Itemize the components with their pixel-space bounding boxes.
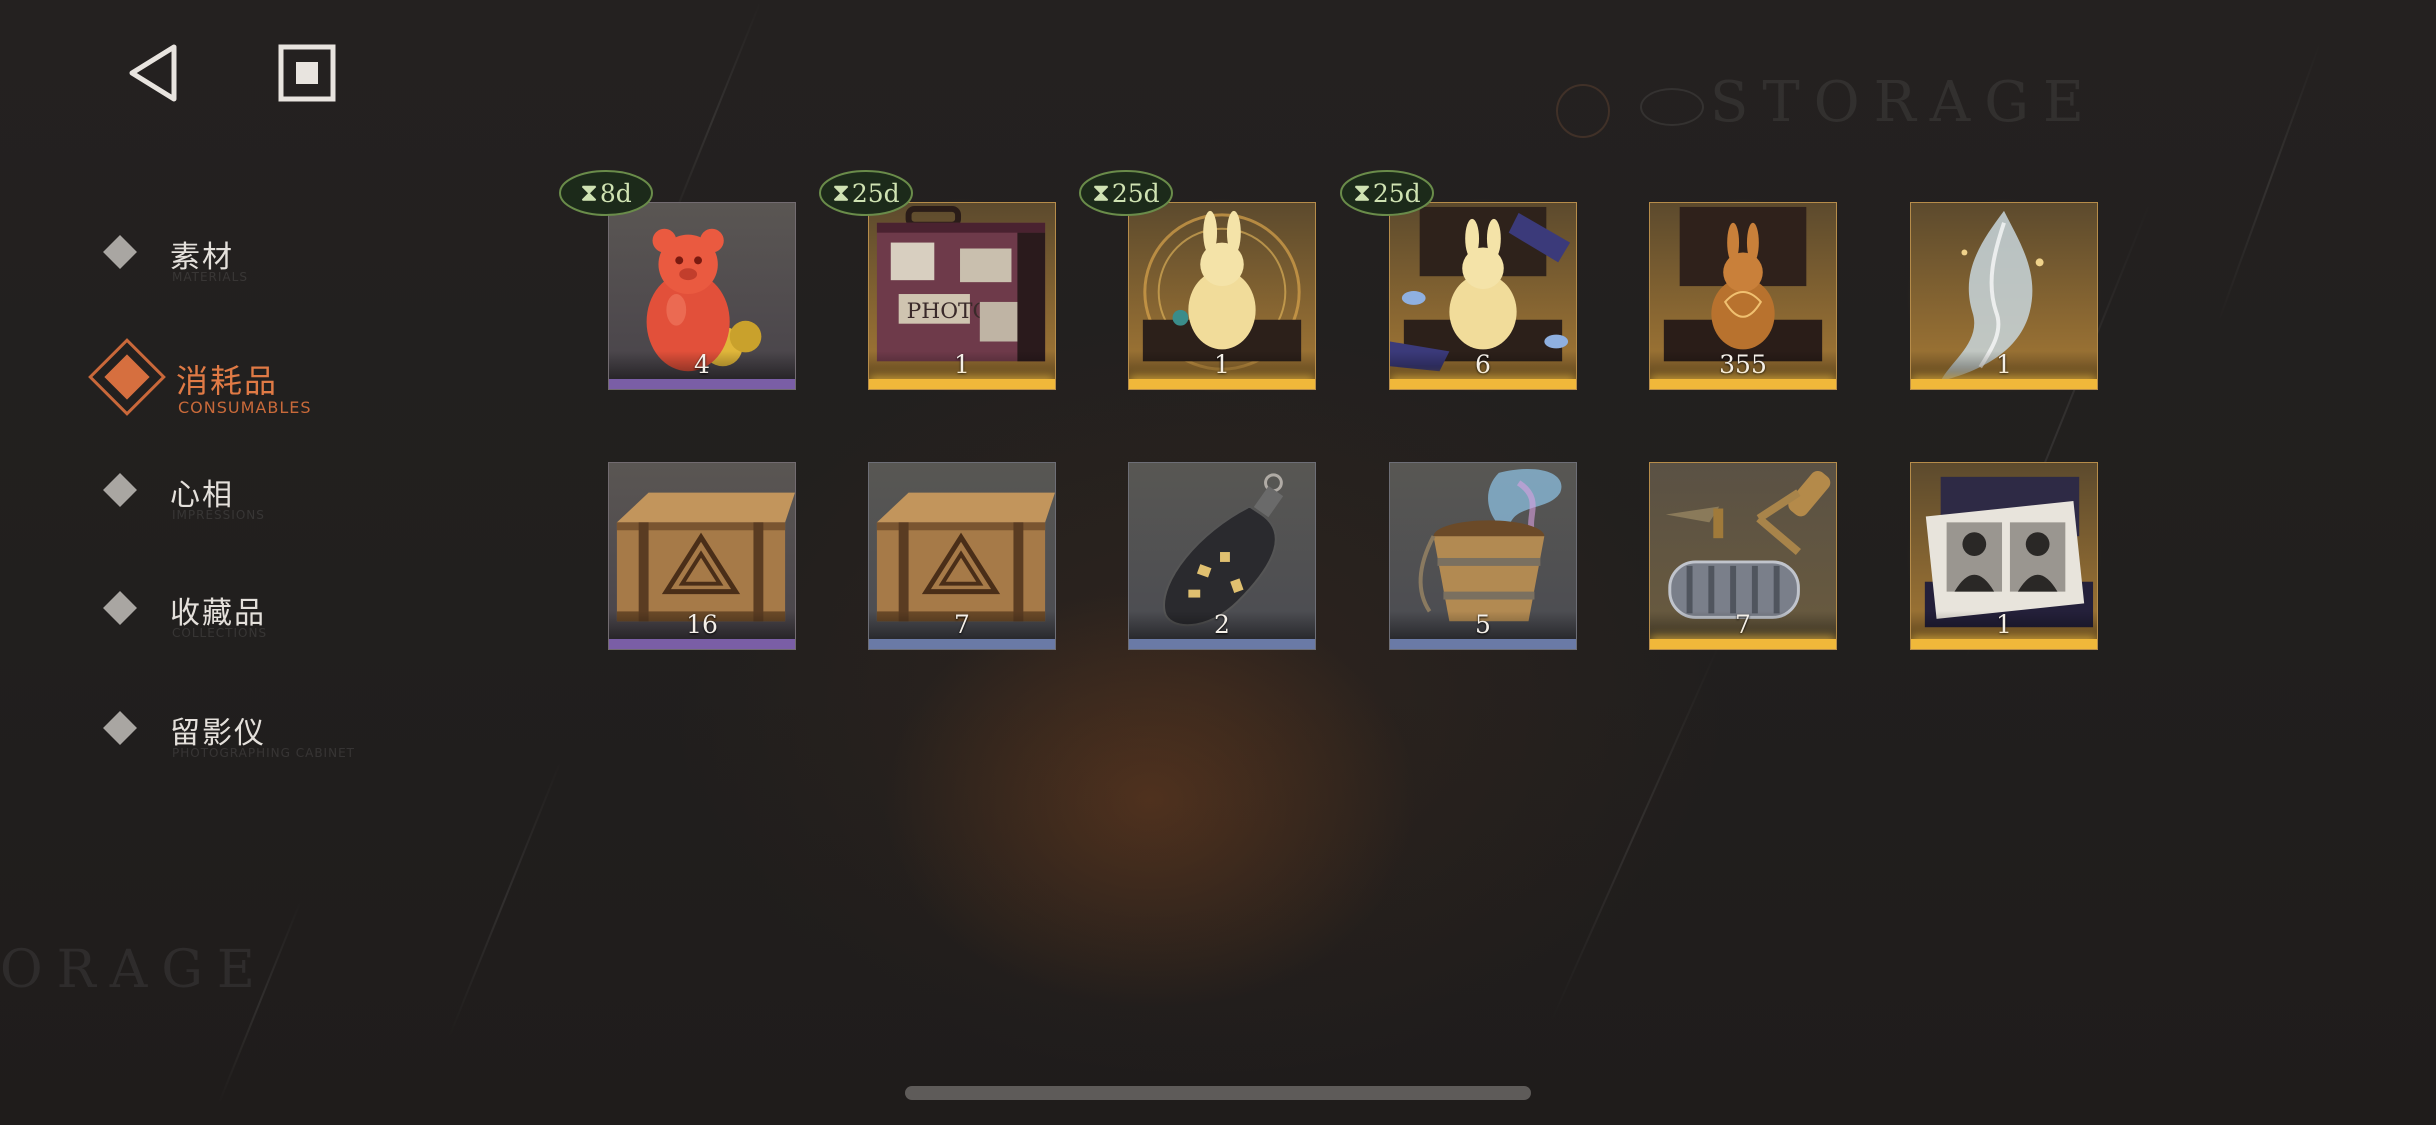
storage-watermark-bottom: ORAGE — [0, 940, 269, 1000]
svg-text:PHOTO: PHOTO — [907, 299, 991, 324]
item-slot-wooden-crate[interactable]: 7 — [868, 462, 1056, 650]
hourglass-icon: ⧗ — [580, 178, 598, 207]
square-stop-icon — [278, 44, 336, 102]
eye-glyph-icon — [1640, 88, 1704, 126]
item-count: 1 — [1996, 610, 2012, 639]
item-count: 1 — [1996, 350, 2012, 379]
stop-button[interactable] — [272, 38, 342, 108]
sun-glyph-icon — [1556, 84, 1610, 138]
back-button[interactable] — [120, 40, 186, 106]
hourglass-icon: ⧗ — [1353, 178, 1371, 207]
item-slot-paint-roller[interactable]: 7 — [1649, 462, 1837, 650]
diamond-icon — [103, 235, 137, 269]
item-count: 4 — [694, 350, 710, 379]
item-slot-golden-rabbit-case[interactable]: 1 ⧗ 25d — [1079, 170, 1328, 402]
sidebar-item-collections[interactable]: 收藏品 COLLECTIONS — [100, 582, 300, 642]
timer-text: 25d — [1372, 178, 1421, 208]
sidebar-item-label: 消耗品 — [176, 362, 279, 400]
item-count: 16 — [686, 610, 718, 639]
timer-badge: ⧗ 25d — [1078, 168, 1174, 218]
timer-badge: ⧗ 25d — [1339, 168, 1435, 218]
home-indicator[interactable] — [905, 1086, 1531, 1100]
sidebar-item-consumables[interactable]: 消耗品 CONSUMABLES — [88, 338, 340, 417]
hourglass-icon: ⧗ — [832, 178, 850, 207]
item-slot-red-gummy-bear[interactable]: 4 ⧗ 8d — [559, 170, 796, 390]
diamond-icon — [103, 591, 137, 625]
timer-badge: ⧗ 8d — [558, 168, 654, 218]
sidebar-item-sublabel: IMPRESSIONS — [172, 508, 265, 522]
item-count: 7 — [954, 610, 970, 639]
item-slot-photo-suitcase[interactable]: PHOTO 1 ⧗ 25d — [819, 170, 1068, 402]
hourglass-icon: ⧗ — [1092, 178, 1110, 207]
item-slot-message-bottle[interactable]: 2 — [1128, 462, 1316, 650]
item-count: 1 — [1214, 350, 1230, 379]
sidebar-item-sublabel: MATERIALS — [172, 270, 248, 284]
timer-badge: ⧗ 25d — [818, 168, 914, 218]
sidebar-item-photographing-cabinet[interactable]: 留影仪 PHOTOGRAPHING CABINET — [100, 702, 354, 762]
timer-text: 8d — [599, 178, 632, 208]
item-slot-photo-album-case[interactable]: 1 — [1898, 450, 2110, 662]
item-slot-silver-wisp[interactable]: 1 — [1898, 190, 2110, 402]
sidebar-item-sublabel: COLLECTIONS — [172, 626, 268, 640]
item-slot-bronze-rabbit-case[interactable]: 355 — [1637, 190, 1849, 402]
diamond-icon — [103, 711, 137, 745]
item-slot-magic-bucket[interactable]: 5 — [1389, 462, 1577, 650]
sidebar-item-materials[interactable]: 素材 MATERIALS — [100, 226, 300, 286]
item-slot-wooden-crate[interactable]: 16 — [608, 462, 796, 650]
sidebar-item-sublabel: PHOTOGRAPHING CABINET — [172, 746, 355, 760]
diamond-icon — [103, 473, 137, 507]
storage-watermark: STORAGE — [1710, 70, 2098, 135]
triangle-back-icon — [129, 44, 177, 102]
sidebar-item-sublabel: CONSUMABLES — [178, 398, 312, 417]
item-count: 5 — [1475, 610, 1491, 639]
item-count: 2 — [1214, 610, 1230, 639]
item-count: 6 — [1475, 350, 1491, 379]
sidebar-item-impressions[interactable]: 心相 IMPRESSIONS — [100, 464, 300, 524]
item-count: 355 — [1719, 350, 1767, 379]
timer-text: 25d — [1111, 178, 1160, 208]
item-slot-golden-rabbit-ribbon-case[interactable]: 6 ⧗ 25d — [1340, 170, 1589, 402]
item-count: 1 — [954, 350, 970, 379]
item-count: 7 — [1735, 610, 1751, 639]
timer-text: 25d — [851, 178, 900, 208]
active-diamond-icon — [88, 338, 166, 416]
